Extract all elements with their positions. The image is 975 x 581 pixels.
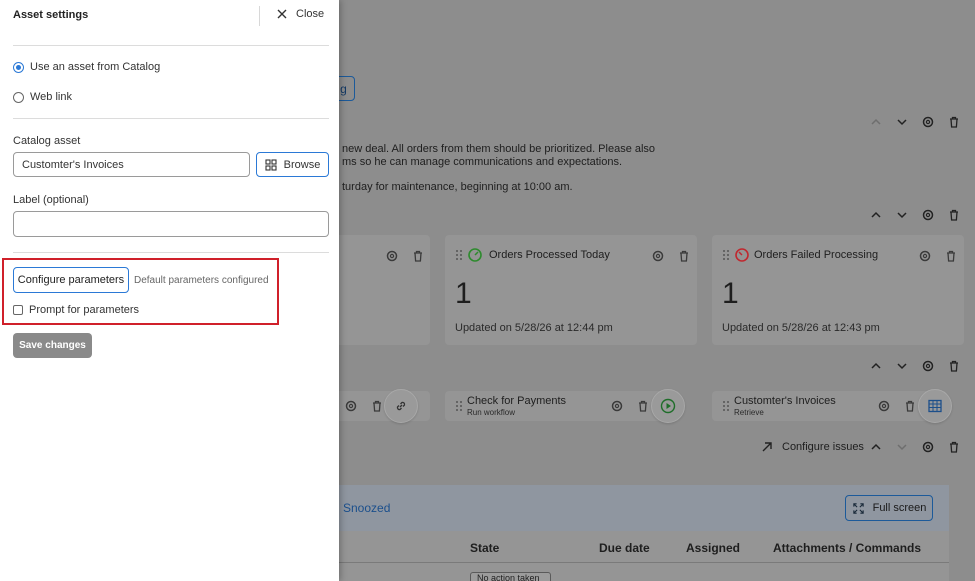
trash-icon[interactable] (944, 249, 958, 263)
save-changes-button[interactable]: Save changes (13, 333, 92, 358)
workflow-title: Customter's Invoices (734, 395, 836, 407)
tab-snoozed[interactable]: Snoozed (343, 501, 390, 515)
arrow-up-right-icon (762, 442, 772, 452)
radio-use-catalog-asset[interactable]: Use an asset from Catalog (13, 61, 160, 73)
workflow-subtitle: Run workflow (467, 408, 516, 417)
metric-card-orders-processed[interactable]: Orders Processed Today 1 Updated on 5/28… (445, 235, 697, 345)
workflow-card-check-payments[interactable]: Check for Payments Run workflow (445, 391, 680, 421)
gear-icon[interactable] (651, 249, 665, 263)
trash-icon[interactable] (411, 249, 425, 263)
radio-button-selected[interactable] (13, 61, 24, 73)
column-header-state: State (470, 541, 500, 555)
column-header-due-date: Due date (599, 541, 650, 555)
column-header-attachments: Attachments / Commands (773, 541, 922, 555)
column-header-assigned: Assigned (686, 541, 741, 555)
chevron-up-icon[interactable] (869, 359, 883, 373)
drag-handle-icon[interactable] (722, 249, 730, 261)
gear-icon[interactable] (921, 440, 935, 454)
metric-updated: Updated on 5/28/26 at 12:43 pm (722, 322, 880, 334)
divider (13, 118, 329, 119)
chevron-down-icon[interactable] (895, 208, 909, 222)
gear-icon[interactable] (921, 208, 935, 222)
divider (13, 252, 329, 253)
trash-icon[interactable] (370, 399, 384, 413)
gear-icon[interactable] (918, 249, 932, 263)
trash-icon[interactable] (903, 399, 917, 413)
metric-updated: Updated on 5/28/26 at 12:44 pm (455, 322, 613, 334)
metric-card-orders-failed[interactable]: Orders Failed Processing 1 Updated on 5/… (712, 235, 964, 345)
header-divider (259, 6, 260, 26)
workflow-subtitle: Retrieve (734, 408, 764, 417)
drag-handle-icon[interactable] (455, 400, 463, 412)
table-grid-icon (928, 399, 942, 413)
catalog-asset-label: Catalog asset (13, 135, 81, 147)
row-controls-message (869, 115, 961, 129)
expand-icon (852, 502, 864, 514)
grid-icon (265, 158, 277, 171)
trash-icon[interactable] (947, 208, 961, 222)
state-badge: No action taken (470, 572, 551, 581)
link-action-button[interactable] (384, 389, 418, 423)
full-screen-button[interactable]: Full screen (845, 495, 933, 521)
chevron-down-icon[interactable] (895, 359, 909, 373)
row-controls-workflows (869, 359, 961, 373)
announcement-line-2: ms so he can manage communications and e… (342, 156, 623, 168)
announcement-line-3: turday for maintenance, beginning at 10:… (342, 181, 573, 193)
announcement-line-1: new deal. All orders from them should be… (342, 143, 656, 155)
workflow-card-invoices[interactable]: Customter's Invoices Retrieve (712, 391, 947, 421)
close-icon (277, 9, 287, 19)
gear-icon[interactable] (877, 399, 891, 413)
workflow-title: Check for Payments (467, 395, 567, 407)
drawer-title: Asset settings (13, 9, 89, 21)
gauge-failure-icon (735, 248, 749, 262)
chevron-up-icon[interactable] (869, 115, 883, 129)
configure-issues-link[interactable]: Configure issues (760, 440, 864, 454)
chevron-up-icon[interactable] (869, 440, 883, 454)
metric-title: Orders Failed Processing (754, 249, 879, 261)
chevron-down-icon[interactable] (895, 115, 909, 129)
trash-icon[interactable] (636, 399, 650, 413)
asset-settings-drawer: Asset settings Close Use an asset from C… (0, 0, 339, 581)
gear-icon[interactable] (344, 399, 358, 413)
link-icon (396, 401, 406, 411)
chevron-up-icon[interactable] (869, 208, 883, 222)
metric-value: 1 (455, 277, 472, 310)
play-icon (660, 398, 676, 414)
close-button[interactable]: Close (276, 8, 324, 20)
chevron-down-icon[interactable] (895, 440, 909, 454)
gauge-success-icon (468, 248, 482, 262)
drag-handle-icon[interactable] (722, 400, 730, 412)
browse-button[interactable]: Browse (256, 152, 329, 177)
label-field-label: Label (optional) (13, 194, 89, 206)
gear-icon[interactable] (385, 249, 399, 263)
configure-parameters-button[interactable]: Configure parameters (13, 267, 129, 293)
gear-icon[interactable] (921, 115, 935, 129)
trash-icon[interactable] (947, 115, 961, 129)
row-controls-metrics (869, 208, 961, 222)
metric-value: 1 (722, 277, 739, 310)
gear-icon[interactable] (921, 359, 935, 373)
prompt-for-parameters-checkbox[interactable]: Prompt for parameters (13, 304, 139, 316)
row-controls-issues (869, 440, 961, 454)
open-table-button[interactable] (918, 389, 952, 423)
radio-web-link[interactable]: Web link (13, 91, 72, 103)
table-header-divider (339, 562, 949, 563)
drag-handle-icon[interactable] (455, 249, 463, 261)
trash-icon[interactable] (947, 359, 961, 373)
parameters-status: Default parameters configured (134, 275, 269, 286)
checkbox[interactable] (13, 305, 23, 315)
metric-title: Orders Processed Today (489, 249, 610, 261)
run-workflow-button[interactable] (651, 389, 685, 423)
trash-icon[interactable] (677, 249, 691, 263)
label-input[interactable] (13, 211, 329, 237)
gear-icon[interactable] (610, 399, 624, 413)
trash-icon[interactable] (947, 440, 961, 454)
radio-button[interactable] (13, 91, 24, 103)
divider (13, 45, 329, 46)
catalog-asset-input[interactable]: Customter's Invoices (13, 152, 250, 177)
